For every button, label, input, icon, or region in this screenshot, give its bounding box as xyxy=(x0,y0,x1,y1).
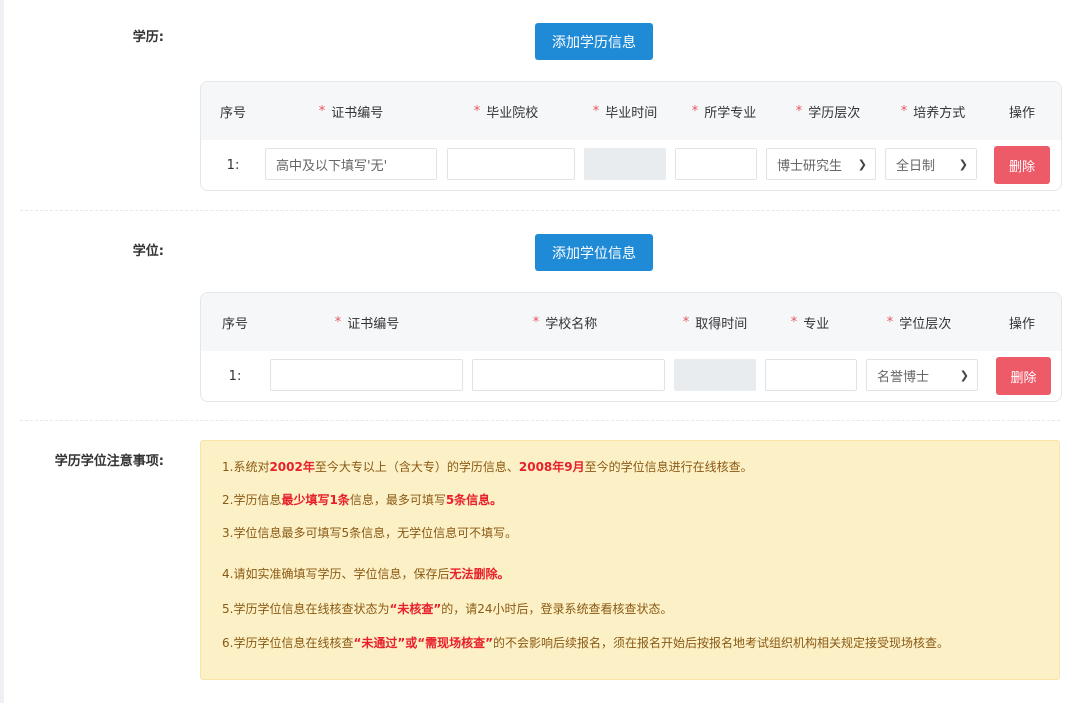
required-mark: * xyxy=(533,315,540,330)
edu-level-value: 博士研究生 xyxy=(777,155,842,174)
deg-cert-input[interactable] xyxy=(270,359,463,391)
deg-col-school: *学校名称 xyxy=(465,293,665,351)
notice-line-4: 4.请如实准确填写学历、学位信息，保存后无法删除。 xyxy=(222,565,509,582)
notice-line-2: 2.学历信息最少填写1条信息，最多可填写5条信息。 xyxy=(222,491,502,508)
edu-col-mode: *培养方式 xyxy=(883,82,983,140)
degree-label: 学位: xyxy=(100,240,164,259)
deg-row-index: 1: xyxy=(201,351,269,401)
chevron-down-icon: ❯ xyxy=(858,158,867,171)
degree-table-header: 序号 *证书编号 *学校名称 *取得时间 *专业 *学位层次 操作 xyxy=(201,293,1061,351)
required-mark: * xyxy=(319,104,326,119)
notice-line-5: 5.学历学位信息在线核查状态为“未核查”的，请24小时后，登录系统查看核查状态。 xyxy=(222,600,673,617)
edu-school-input[interactable] xyxy=(447,148,575,180)
education-table: 序号 *证书编号 *毕业院校 *毕业时间 *所学专业 *学历层次 *培养方式 操… xyxy=(200,81,1062,191)
notice-line-1: 1.系统对2002年至今大专以上（含大专）的学历信息、2008年9月至今的学位信… xyxy=(222,458,753,475)
add-education-button[interactable]: 添加学历信息 xyxy=(535,23,653,60)
edu-major-input[interactable] xyxy=(675,148,757,180)
deg-col-action: 操作 xyxy=(983,293,1061,351)
deg-col-index: 序号 xyxy=(201,293,269,351)
edu-col-grad-time: *毕业时间 xyxy=(575,82,675,140)
edu-delete-button[interactable]: 删除 xyxy=(994,146,1050,184)
required-mark: * xyxy=(796,104,803,119)
required-mark: * xyxy=(474,104,481,119)
deg-col-major: *专业 xyxy=(765,293,855,351)
deg-delete-button[interactable]: 删除 xyxy=(996,357,1051,395)
chevron-down-icon: ❯ xyxy=(959,158,968,171)
education-table-header: 序号 *证书编号 *毕业院校 *毕业时间 *所学专业 *学历层次 *培养方式 操… xyxy=(201,82,1061,140)
edu-mode-value: 全日制 xyxy=(896,155,935,174)
notice-box: 1.系统对2002年至今大专以上（含大专）的学历信息、2008年9月至今的学位信… xyxy=(200,440,1060,680)
deg-col-obtain-time: *取得时间 xyxy=(665,293,765,351)
edu-mode-select[interactable]: 全日制 ❯ xyxy=(885,148,977,180)
chevron-down-icon: ❯ xyxy=(960,369,969,382)
edu-grad-time-input[interactable] xyxy=(584,148,666,180)
edu-level-select[interactable]: 博士研究生 ❯ xyxy=(766,148,876,180)
deg-obtain-time-input[interactable] xyxy=(674,359,756,391)
education-label: 学历: xyxy=(100,26,164,45)
required-mark: * xyxy=(593,104,600,119)
edu-col-cert: *证书编号 xyxy=(265,82,437,140)
edu-col-major: *所学专业 xyxy=(675,82,773,140)
notice-line-6: 6.学历学位信息在线核查“未通过”或“需现场核查”的不会影响后续报名，须在报名开… xyxy=(222,634,949,651)
notice-line-3: 3.学位信息最多可填写5条信息，无学位信息可不填写。 xyxy=(222,524,517,541)
required-mark: * xyxy=(901,104,908,119)
left-rail xyxy=(0,0,4,703)
required-mark: * xyxy=(335,315,342,330)
deg-school-input[interactable] xyxy=(472,359,665,391)
section-divider xyxy=(20,210,1060,211)
required-mark: * xyxy=(683,315,690,330)
edu-cert-input[interactable]: 高中及以下填写'无' xyxy=(265,148,437,180)
education-row: 1: 高中及以下填写'无' 博士研究生 ❯ 全日制 ❯ 删除 xyxy=(201,140,1061,190)
deg-major-input[interactable] xyxy=(765,359,857,391)
deg-level-value: 名誉博士 xyxy=(877,366,929,385)
notice-label: 学历学位注意事项: xyxy=(20,450,164,469)
deg-col-level: *学位层次 xyxy=(855,293,983,351)
required-mark: * xyxy=(692,104,699,119)
section-divider xyxy=(20,420,1060,421)
deg-col-cert: *证书编号 xyxy=(269,293,465,351)
edu-col-index: 序号 xyxy=(201,82,265,140)
edu-col-school: *毕业院校 xyxy=(437,82,575,140)
edu-row-index: 1: xyxy=(201,140,265,190)
edu-col-action: 操作 xyxy=(983,82,1061,140)
required-mark: * xyxy=(791,315,798,330)
degree-table: 序号 *证书编号 *学校名称 *取得时间 *专业 *学位层次 操作 1: 名誉博… xyxy=(200,292,1062,402)
edu-col-level: *学历层次 xyxy=(773,82,883,140)
add-degree-button[interactable]: 添加学位信息 xyxy=(535,234,653,271)
degree-row: 1: 名誉博士 ❯ 删除 xyxy=(201,351,1061,401)
deg-level-select[interactable]: 名誉博士 ❯ xyxy=(866,359,978,391)
required-mark: * xyxy=(887,315,894,330)
